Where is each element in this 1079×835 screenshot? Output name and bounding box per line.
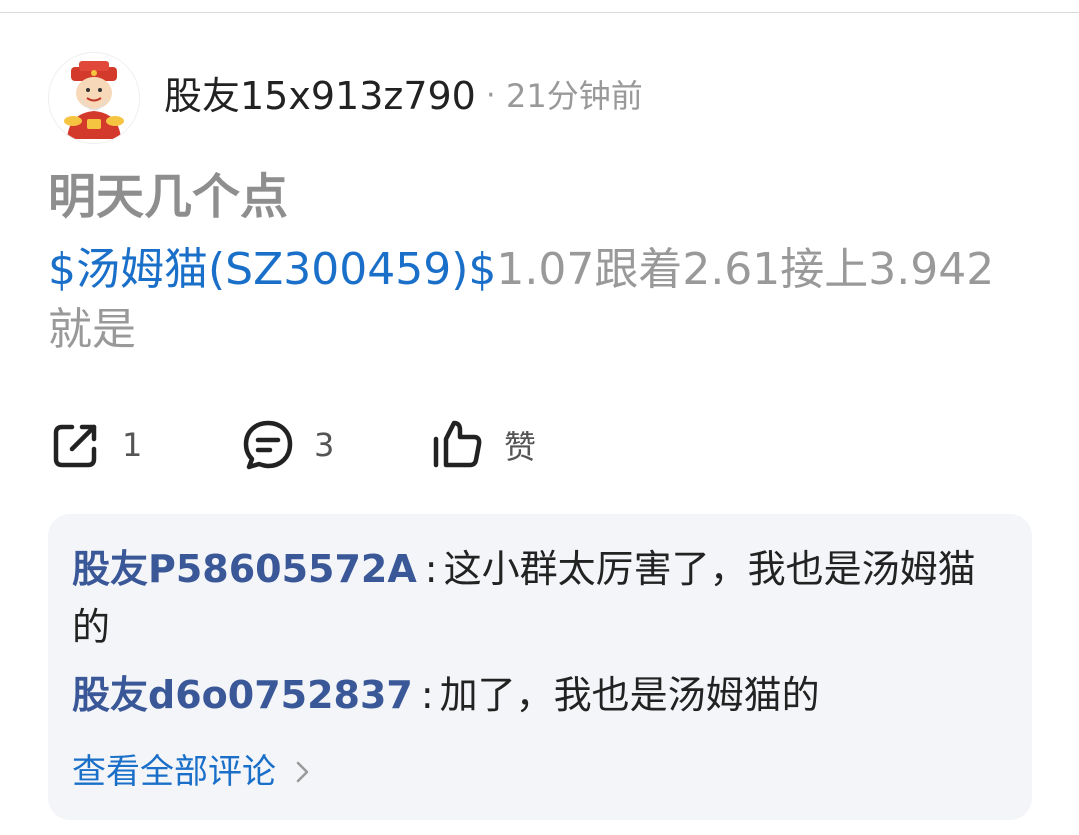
post-time: 21分钟前 [506,77,643,115]
avatar-god-of-wealth-icon [49,53,139,143]
comment-item[interactable]: 股友P58605572A: 这小群太厉害了，我也是汤姆猫的 [72,540,1002,656]
avatar[interactable] [48,52,140,144]
author-name[interactable]: 股友15x913z790 [164,72,476,120]
comment-button[interactable]: 3 [240,412,334,478]
comment-text: 加了，我也是汤姆猫的 [439,673,820,717]
thumbs-up-icon [433,420,482,468]
comment-user[interactable]: 股友d6o0752837 [72,673,413,717]
comment-count: 3 [314,426,335,464]
comment-colon: : [420,673,434,717]
view-all-comments-link[interactable]: 查看全部评论 [72,746,316,798]
stock-link[interactable]: $汤姆猫(SZ300459)$ [48,244,496,295]
share-icon [53,424,97,468]
action-bar: 1 3 赞 [0,412,1079,478]
share-button[interactable]: 1 [48,412,142,478]
comment-colon: : [424,547,438,591]
meta-separator: · [486,78,496,113]
share-count: 1 [122,426,143,464]
post-body[interactable]: $汤姆猫(SZ300459)$1.07跟着2.61接上3.942就是 [48,240,1008,360]
comment-preview-box[interactable]: 股友P58605572A: 这小群太厉害了，我也是汤姆猫的 股友d6o075283… [48,514,1032,820]
post-card: 股友15x913z790 · 21分钟前 明天几个点 $汤姆猫(SZ300459… [0,0,1079,835]
view-all-label: 查看全部评论 [72,752,276,792]
comment-user[interactable]: 股友P58605572A [72,547,417,591]
comment-item[interactable]: 股友d6o0752837: 加了，我也是汤姆猫的 [72,666,1002,724]
comment-icon [243,420,293,470]
post-title: 明天几个点 [48,169,289,225]
like-label: 赞 [504,428,537,466]
chevron-right-icon [296,761,309,783]
like-button[interactable]: 赞 [430,412,536,478]
